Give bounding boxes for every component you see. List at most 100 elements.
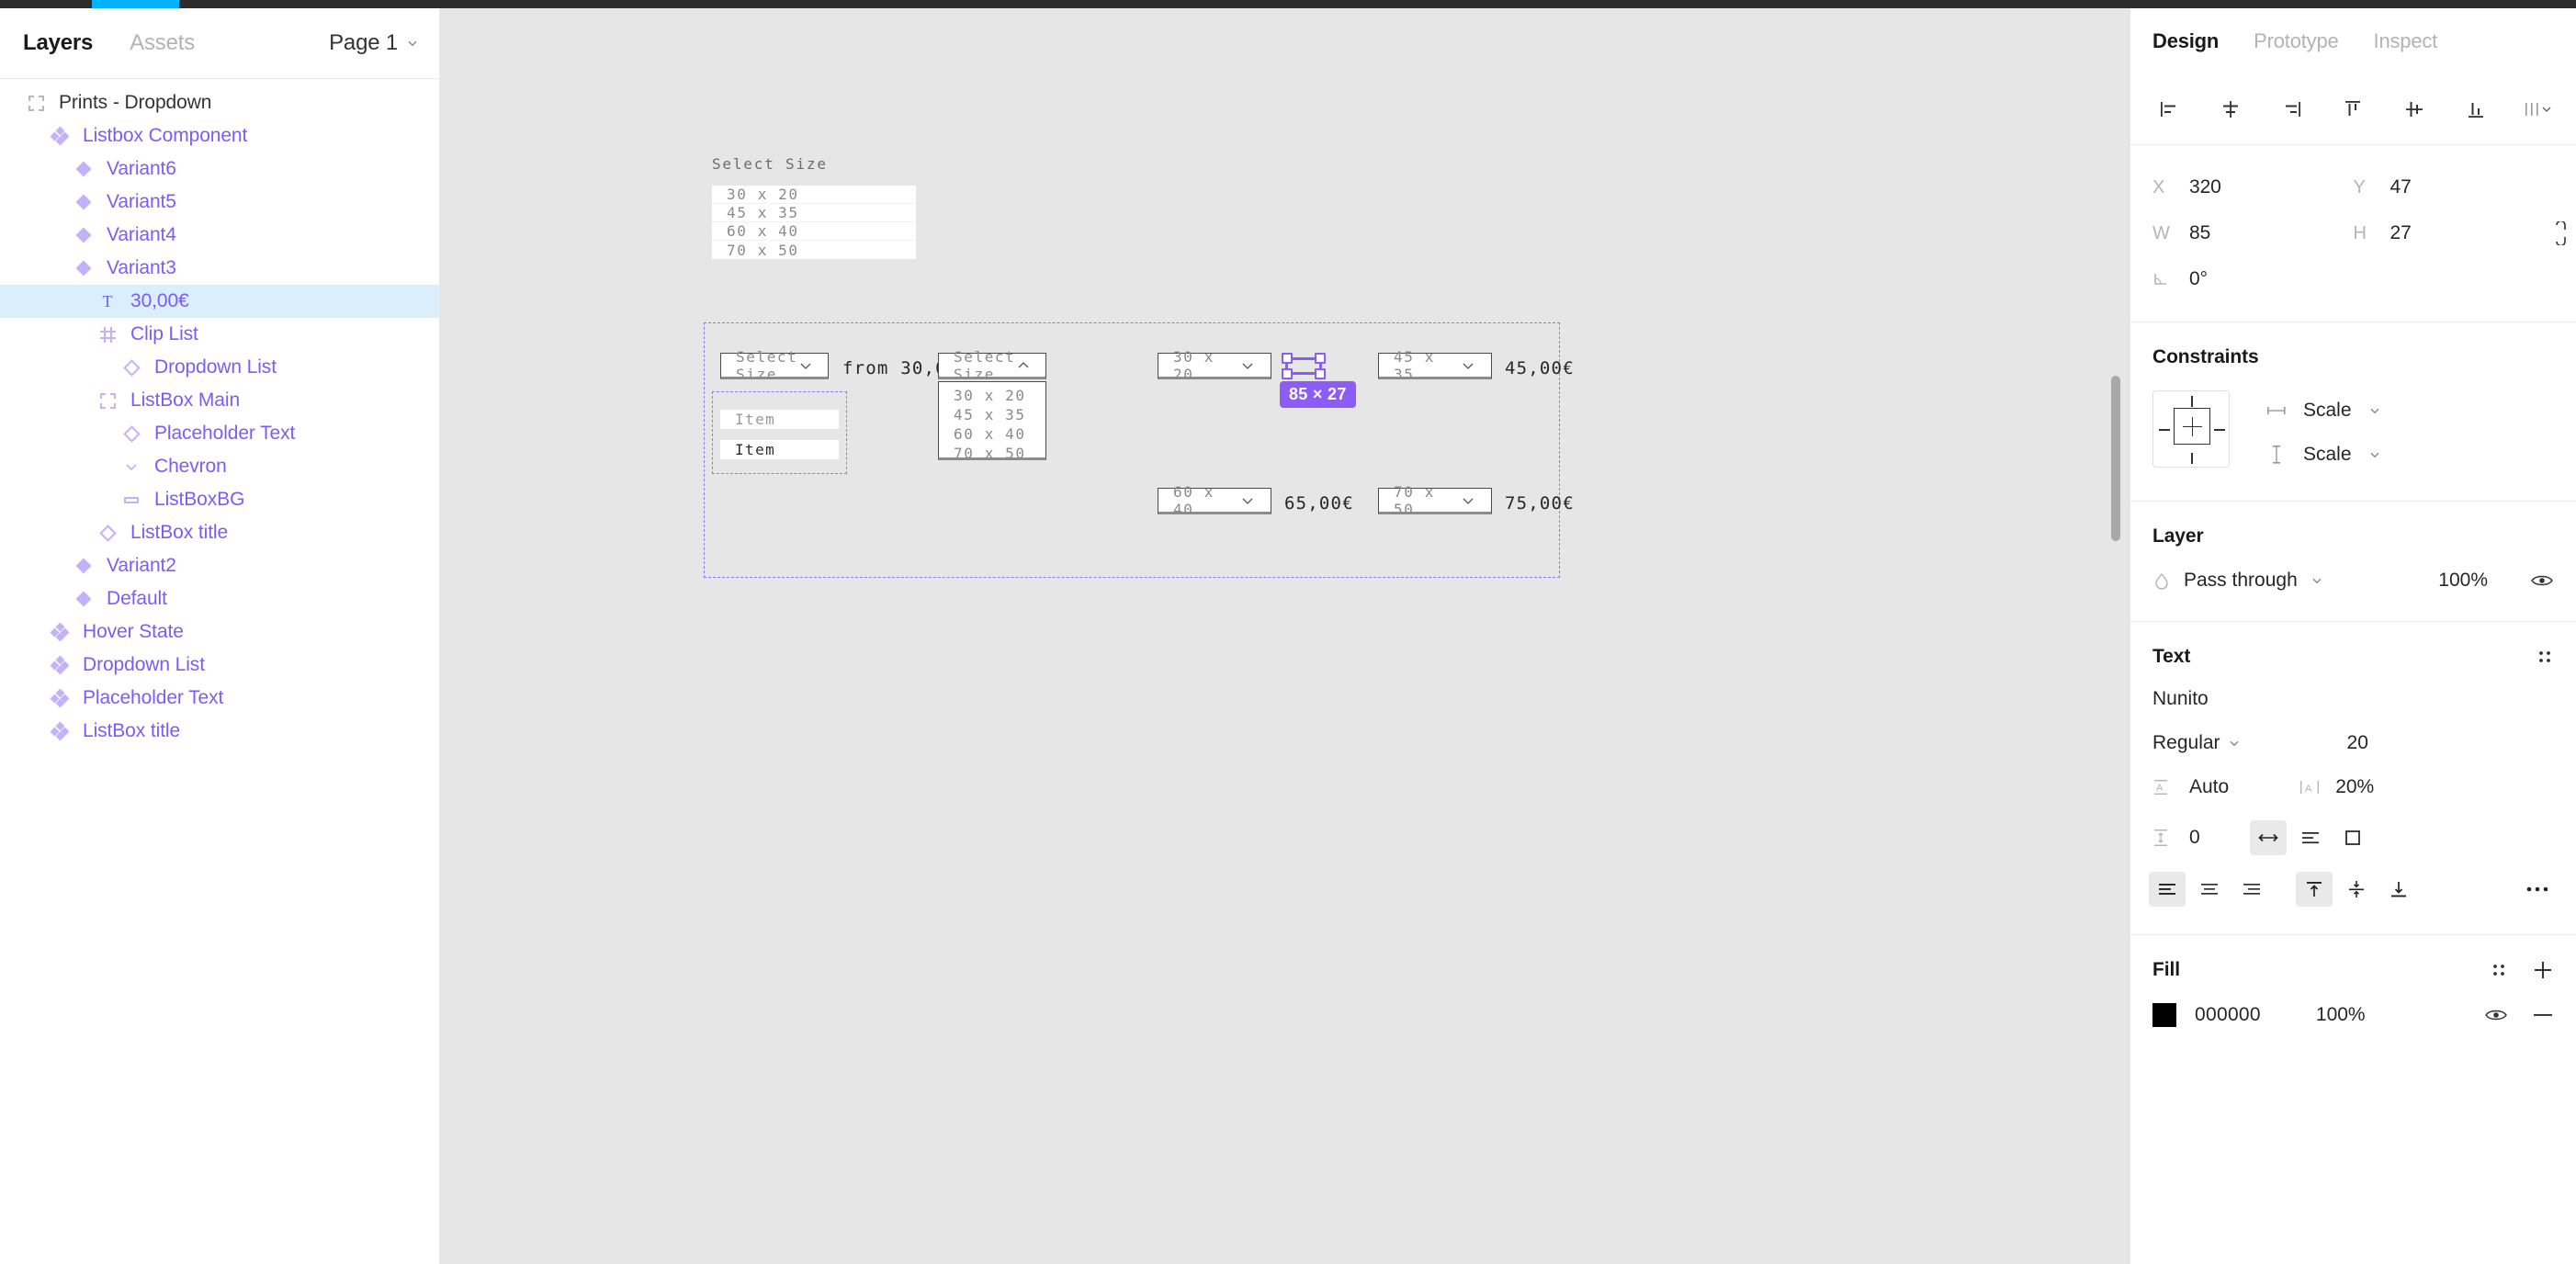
align-text-top-icon[interactable] — [2296, 872, 2333, 907]
tab-assets[interactable]: Assets — [130, 30, 195, 56]
fill-styles-icon[interactable] — [2490, 961, 2508, 979]
dropdown-option[interactable]: 70 x 50 — [939, 444, 1045, 462]
dropdown-option[interactable]: 45 x 35 — [939, 405, 1045, 423]
align-text-right-icon[interactable] — [2233, 872, 2270, 907]
select-size-30x20[interactable]: 30 x 20 — [1158, 348, 1271, 383]
align-horizontal-center-icon[interactable] — [2212, 91, 2249, 128]
tab-inspect[interactable]: Inspect — [2374, 29, 2438, 53]
tab-prototype[interactable]: Prototype — [2254, 29, 2339, 53]
text-styles-icon[interactable] — [2536, 648, 2554, 666]
font-weight-value[interactable]: Regular — [2152, 732, 2220, 754]
layer-row[interactable]: Clip List — [0, 318, 439, 351]
align-text-left-icon[interactable] — [2149, 872, 2186, 907]
dropdown-option[interactable]: 60 x 40 — [939, 424, 1045, 443]
constraints-title: Constraints — [2152, 346, 2259, 367]
paragraph-spacing-value[interactable]: 0 — [2189, 827, 2200, 849]
preview-option[interactable]: 45 x 35 — [712, 204, 916, 222]
layer-row[interactable]: Placeholder Text — [0, 417, 439, 450]
tab-design[interactable]: Design — [2152, 29, 2219, 53]
select-size-collapsed[interactable]: Select Size — [720, 348, 829, 383]
layer-row[interactable]: ListBox title — [0, 516, 439, 549]
constraint-vertical[interactable]: Scale — [2266, 444, 2381, 466]
distribute-icon[interactable] — [2519, 91, 2556, 128]
chevron-down-icon[interactable] — [2310, 574, 2323, 587]
align-right-icon[interactable] — [2274, 91, 2310, 128]
chevron-down-icon[interactable] — [2228, 737, 2241, 750]
fill-hex-value[interactable]: 000000 — [2195, 1004, 2261, 1026]
design-canvas[interactable]: Select Size 30 x 20 45 x 35 60 x 40 70 x… — [440, 8, 2130, 1264]
select-size-open[interactable]: Select Size — [938, 348, 1046, 383]
select-size-70x50[interactable]: 70 x 50 — [1378, 483, 1492, 518]
auto-width-icon[interactable] — [2249, 820, 2287, 855]
layer-row[interactable]: Chevron — [0, 450, 439, 483]
align-vertical-center-icon[interactable] — [2396, 91, 2433, 128]
h-field[interactable]: H 27 — [2354, 221, 2566, 245]
layer-row[interactable]: Variant6 — [0, 152, 439, 186]
font-size-value[interactable]: 20 — [2347, 732, 2368, 754]
item-row[interactable]: Item — [720, 410, 839, 429]
eye-icon[interactable] — [2530, 571, 2554, 590]
preview-option[interactable]: 60 x 40 — [712, 222, 916, 241]
layer-row[interactable]: ListBox title — [0, 715, 439, 748]
page-selector[interactable]: Page 1 — [329, 30, 419, 56]
fill-title: Fill — [2152, 959, 2180, 980]
remove-fill-button[interactable] — [2532, 1010, 2554, 1020]
item-row[interactable]: Item — [720, 440, 839, 459]
fill-section: Fill — [2130, 935, 2576, 981]
frame-outline-item-group[interactable] — [712, 391, 847, 474]
align-left-icon[interactable] — [2151, 91, 2187, 128]
preview-option[interactable]: 70 x 50 — [712, 241, 916, 259]
blend-mode-value[interactable]: Pass through — [2184, 570, 2298, 592]
align-text-bottom-icon[interactable] — [2380, 872, 2417, 907]
auto-height-icon[interactable] — [2292, 820, 2329, 855]
link-broken-icon[interactable] — [2550, 221, 2570, 245]
line-height-value[interactable]: Auto — [2189, 776, 2229, 798]
layer-row[interactable]: ListBoxBG — [0, 483, 439, 516]
dropdown-option[interactable]: 30 x 20 — [939, 386, 1045, 404]
frame-icon — [28, 95, 44, 111]
align-bottom-icon[interactable] — [2457, 91, 2494, 128]
selection-handles[interactable] — [1282, 353, 1326, 379]
layer-row[interactable]: Default — [0, 582, 439, 615]
align-text-middle-icon[interactable] — [2338, 872, 2375, 907]
layer-row[interactable]: Listbox Component — [0, 119, 439, 152]
tab-layers[interactable]: Layers — [23, 30, 93, 56]
layer-row[interactable]: Dropdown List — [0, 649, 439, 682]
constraint-horizontal[interactable]: Scale — [2266, 400, 2381, 422]
fill-color-swatch[interactable] — [2152, 1003, 2176, 1027]
select-size-45x35[interactable]: 45 x 35 — [1378, 348, 1492, 383]
eye-icon[interactable] — [2484, 1006, 2508, 1024]
y-field[interactable]: Y 47 — [2354, 176, 2555, 198]
layer-row[interactable]: Variant2 — [0, 549, 439, 582]
select-size-60x40[interactable]: 60 x 40 — [1158, 483, 1271, 518]
layer-opacity-value[interactable]: 100% — [2438, 570, 2488, 592]
layer-row[interactable]: Hover State — [0, 615, 439, 649]
fill-opacity-value[interactable]: 100% — [2316, 1004, 2366, 1026]
align-text-center-icon[interactable] — [2191, 872, 2228, 907]
select-value: Select Size — [736, 347, 798, 383]
layer-row[interactable]: Dropdown List — [0, 351, 439, 384]
layer-row[interactable]: Variant4 — [0, 219, 439, 252]
font-family-value[interactable]: Nunito — [2130, 688, 2576, 710]
add-fill-button[interactable] — [2532, 959, 2554, 981]
canvas-vertical-scrollbar[interactable] — [2111, 376, 2120, 541]
layer-row[interactable]: T 30,00€ — [0, 285, 439, 318]
layer-row[interactable]: Variant5 — [0, 186, 439, 219]
letter-spacing-value[interactable]: 20% — [2335, 776, 2374, 798]
layer-row-label: Variant4 — [107, 224, 176, 245]
layer-row[interactable]: Placeholder Text — [0, 682, 439, 715]
align-top-icon[interactable] — [2334, 91, 2371, 128]
more-options-icon[interactable] — [2525, 884, 2552, 895]
preview-listbox[interactable]: 30 x 20 45 x 35 60 x 40 70 x 50 — [712, 186, 916, 259]
layer-row[interactable]: Variant3 — [0, 252, 439, 285]
preview-option[interactable]: 30 x 20 — [712, 186, 916, 204]
layer-row[interactable]: Prints - Dropdown — [0, 86, 439, 119]
x-field[interactable]: X 320 — [2152, 176, 2354, 198]
w-field[interactable]: W 85 — [2152, 222, 2354, 244]
fixed-size-icon[interactable] — [2334, 820, 2371, 855]
constraints-widget[interactable] — [2152, 390, 2230, 468]
rotation-field[interactable]: 0° — [2152, 268, 2354, 290]
dropdown-options-panel[interactable]: 30 x 20 45 x 35 60 x 40 70 x 50 — [938, 381, 1046, 462]
layer-row[interactable]: ListBox Main — [0, 384, 439, 417]
instance-icon — [122, 358, 141, 377]
